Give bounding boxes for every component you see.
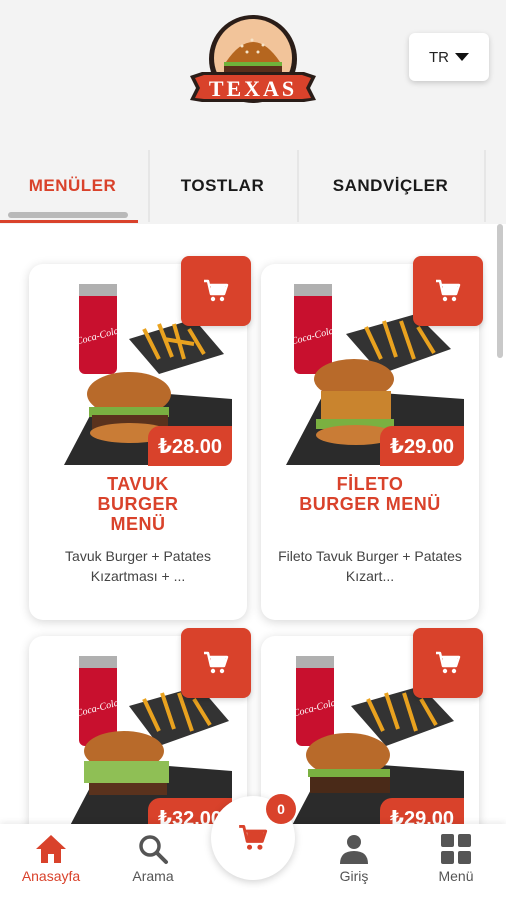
add-to-cart-button[interactable]	[413, 256, 483, 326]
nav-label: Arama	[132, 868, 174, 884]
language-selector[interactable]: TR	[409, 33, 489, 81]
search-icon	[139, 835, 168, 864]
product-title[interactable]: FİLETO BURGER MENÜ	[261, 474, 479, 514]
product-title[interactable]: TAVUK BURGER MENÜ	[29, 474, 247, 534]
nav-label: Menü	[438, 868, 474, 884]
scrollbar[interactable]	[497, 224, 503, 358]
product-card[interactable]: Coca-Cola ₺32.00	[29, 628, 251, 824]
tab-next[interactable]	[484, 150, 506, 222]
caret-down-icon	[455, 53, 469, 61]
cart-icon	[436, 279, 461, 302]
tab-tostlar[interactable]: TOSTLAR	[148, 150, 295, 222]
header: TEXAS TR	[0, 0, 506, 128]
home-icon	[36, 835, 66, 863]
nav-menu[interactable]: Menü	[411, 830, 501, 884]
cart-icon	[436, 651, 461, 674]
tab-label: MENÜLER	[28, 176, 117, 195]
price-badge: ₺28.00	[148, 426, 232, 466]
add-to-cart-button[interactable]	[181, 256, 251, 326]
product-card[interactable]: Coca-Cola ₺29.00	[261, 628, 483, 824]
price-badge: ₺29.00	[380, 798, 464, 824]
cart-count-badge: 0	[266, 794, 296, 824]
grid-icon	[441, 834, 471, 864]
active-tab-underline	[0, 220, 138, 223]
language-label: TR	[429, 48, 449, 66]
app-screen: TEXAS TR MENÜLER TOSTLAR SANDVİÇLER Coca…	[0, 0, 506, 900]
texas-logo[interactable]: TEXAS	[186, 14, 320, 114]
category-tabs: MENÜLER TOSTLAR SANDVİÇLER	[0, 150, 506, 224]
product-list[interactable]: Coca-Cola ₺28.00 TAVUK BURGER MENÜ Tavuk…	[0, 224, 506, 824]
nav-login[interactable]: Giriş	[309, 830, 399, 884]
product-card[interactable]: Coca-Cola ₺28.00 TAVUK BURGER MENÜ Tavuk…	[29, 256, 251, 620]
add-to-cart-button[interactable]	[181, 628, 251, 698]
tab-sandvicler[interactable]: SANDVİÇLER	[297, 150, 482, 222]
product-card[interactable]: Coca-Cola ₺29.00 FİLETO BURGER MENÜ File…	[261, 256, 483, 620]
product-description: Tavuk Burger + Patates Kızartması + ...	[65, 548, 211, 584]
product-description: Fileto Tavuk Burger + Patates Kızart...	[278, 548, 462, 584]
nav-home[interactable]: Anasayfa	[6, 830, 96, 884]
add-to-cart-button[interactable]	[413, 628, 483, 698]
cart-icon	[204, 651, 229, 674]
cart-icon	[239, 825, 268, 850]
price-badge: ₺29.00	[380, 426, 464, 466]
logo-text: TEXAS	[209, 76, 297, 101]
nav-search[interactable]: Arama	[108, 830, 198, 884]
tab-menuler[interactable]: MENÜLER	[0, 150, 145, 222]
tab-label: SANDVİÇLER	[332, 176, 449, 195]
cart-icon	[204, 279, 229, 302]
tab-label: TOSTLAR	[180, 176, 265, 195]
user-icon	[340, 835, 368, 864]
nav-label: Giriş	[339, 868, 369, 884]
nav-label: Anasayfa	[21, 868, 81, 884]
tab-indicator	[8, 212, 128, 218]
